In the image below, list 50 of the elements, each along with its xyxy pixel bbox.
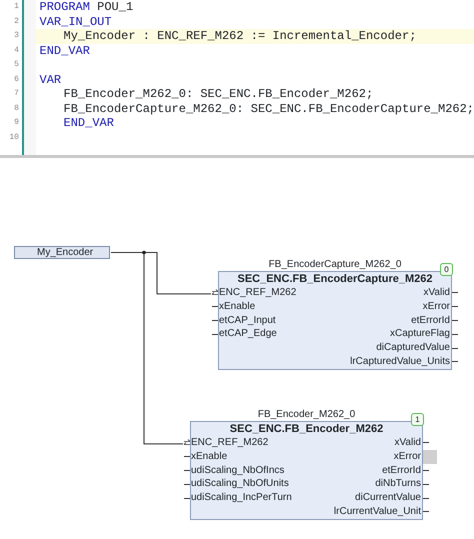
block-type: SEC_ENC.FB_EncoderCapture_M262 (236, 272, 434, 286)
line-number: 2 (13, 16, 19, 28)
line-number: 10 (8, 132, 19, 144)
execution-order-badge: 1 (411, 413, 424, 426)
block-type: SEC_ENC.FB_Encoder_M262 (228, 422, 384, 436)
output-pin-label[interactable]: diCapturedValue (376, 341, 451, 355)
inout-arrows-icon (184, 438, 190, 447)
input-pin-label: etCAP_Edge (219, 327, 277, 342)
output-pin-label[interactable]: diCurrentValue (355, 491, 422, 505)
line-number: 9 (13, 117, 19, 129)
code-line: FB_EncoderCapture_M262_0: SEC_ENC.FB_EncoderCapture_M262; (62, 102, 474, 116)
line-number: 3 (13, 30, 19, 42)
input-pin-label: xEnable (191, 450, 228, 464)
output-pin-label[interactable]: xError (394, 450, 422, 464)
output-pin-label[interactable]: xValid (424, 286, 451, 300)
line-number: 5 (13, 59, 19, 71)
code-line: FB_Encoder_M262_0: SEC_ENC.FB_Encoder_M262; (62, 87, 374, 102)
output-pin-label[interactable]: xCaptureFlag (390, 327, 451, 342)
line-number: 8 (13, 102, 19, 114)
input-pin-label: udiScaling_NbOfUnits (191, 477, 289, 492)
input-pin-label: ENC_REF_M262 (191, 436, 268, 450)
input-pin-label: udiScaling_IncPerTurn (191, 491, 292, 505)
output-pin-label[interactable]: xValid (394, 436, 422, 450)
execution-order-badge: 0 (440, 263, 453, 276)
output-pin-label[interactable]: lrCurrentValue_Unit (334, 504, 422, 519)
input-pin-label: udiScaling_NbOfIncs (191, 464, 284, 478)
instance-name: FB_Encoder_M262_0 (258, 409, 356, 421)
code-line: VAR_IN_OUT (38, 14, 113, 29)
output-pin-label[interactable]: diNbTurns (375, 477, 422, 492)
line-number: 1 (13, 1, 19, 13)
output-pin-label[interactable]: etErrorId (411, 314, 451, 328)
input-pin-label: etCAP_Input (219, 314, 276, 328)
input-pin-label: xEnable (219, 300, 256, 314)
output-pin-label[interactable]: etErrorId (382, 464, 422, 478)
code-line: END_VAR (62, 116, 115, 130)
output-pin-label[interactable]: lrCapturedValue_Units (350, 354, 451, 369)
junction-dot (142, 250, 146, 254)
output-pin-label[interactable]: xError (422, 300, 451, 314)
code-line: PROGRAM POU_1 (38, 0, 134, 14)
line-number: 6 (13, 74, 19, 86)
line-number: 4 (13, 44, 19, 56)
function-block[interactable]: SEC_ENC.FB_EncoderCapture_M262 ENC_REF_M262 xEnable etCAP_Input etCAP_Edge xValid xError etErrorId xCaptureFlag diCapturedValue lrCapturedValue_Units (218, 271, 452, 370)
input-pin-label: ENC_REF_M262 (219, 286, 296, 300)
inout-arrows-icon (212, 288, 218, 297)
code-line: END_VAR (38, 44, 91, 58)
function-block[interactable]: SEC_ENC.FB_Encoder_M262 ENC_REF_M262 xEnable udiScaling_NbOfIncs udiScaling_NbOfUnits udiScaling_IncPerTurn xValid xError etErrorId diNbTurns diCurrentValue lrCurrentValue_Unit (190, 421, 423, 520)
variable-box[interactable]: My_Encoder (14, 246, 110, 259)
line-number: 7 (13, 88, 19, 100)
instance-name: FB_EncoderCapture_M262_0 (268, 259, 402, 271)
code-line: VAR (38, 72, 62, 87)
